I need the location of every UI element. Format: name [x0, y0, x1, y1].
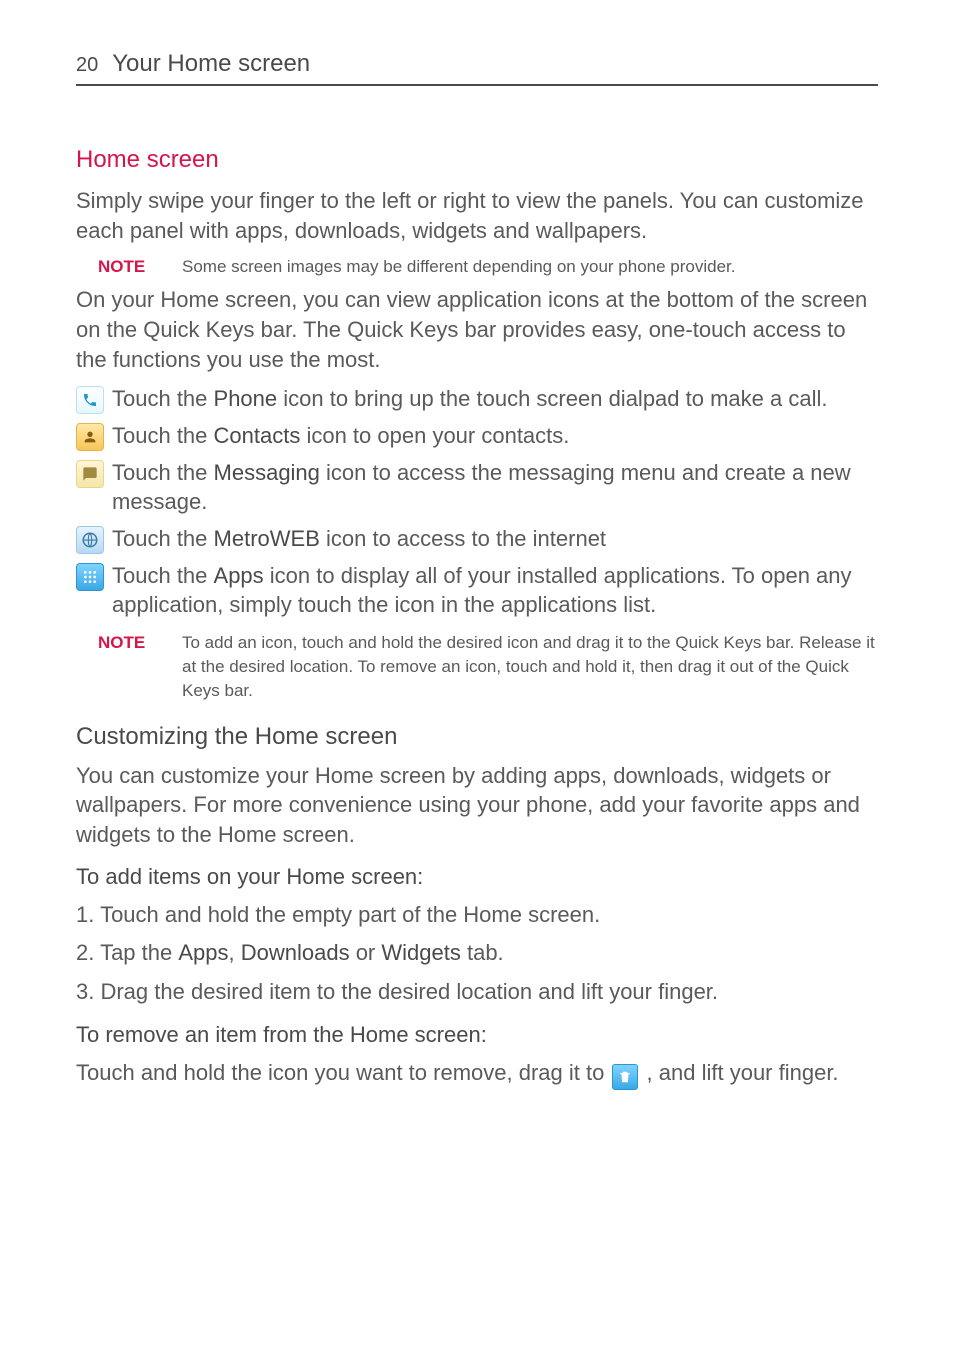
text-fragment: Touch the	[112, 460, 214, 485]
bold-messaging: Messaging	[214, 460, 320, 485]
subheading-customizing: Customizing the Home screen	[76, 723, 878, 751]
quickkey-messaging-row: Touch the Messaging icon to access the m…	[76, 458, 878, 517]
intro-paragraph: Simply swipe your finger to the left or …	[76, 186, 878, 245]
note-provider: NOTE Some screen images may be different…	[76, 255, 878, 279]
apps-description: Touch the Apps icon to display all of yo…	[112, 561, 878, 620]
text-fragment: Touch the	[112, 423, 214, 448]
quickkey-apps-row: Touch the Apps icon to display all of yo…	[76, 561, 878, 620]
bold-downloads-tab: Downloads	[241, 940, 350, 965]
note-add-remove-icon: NOTE To add an icon, touch and hold the …	[76, 631, 878, 702]
bold-apps-tab: Apps	[178, 940, 228, 965]
running-header: 20 Your Home screen	[76, 50, 878, 86]
metroweb-description: Touch the MetroWEB icon to access to the…	[112, 524, 878, 553]
step-1: 1. Touch and hold the empty part of the …	[76, 900, 878, 931]
apps-grid-icon	[76, 563, 104, 591]
text-fragment: Touch the	[112, 526, 214, 551]
step-3: 3. Drag the desired item to the desired …	[76, 977, 878, 1008]
text-fragment: icon to open your contacts.	[300, 423, 569, 448]
text-fragment: tab.	[461, 940, 504, 965]
trash-icon	[612, 1064, 638, 1090]
note-body: To add an icon, touch and hold the desir…	[182, 631, 878, 702]
quickkey-metroweb-row: Touch the MetroWEB icon to access to the…	[76, 524, 878, 554]
page-number: 20	[76, 54, 98, 77]
text-fragment: icon to access to the internet	[320, 526, 606, 551]
note-label: NOTE	[76, 255, 182, 279]
note-body: Some screen images may be different depe…	[182, 255, 878, 279]
bold-phone: Phone	[214, 386, 278, 411]
messaging-icon	[76, 460, 104, 488]
customize-intro: You can customize your Home screen by ad…	[76, 761, 878, 850]
quickkey-phone-row: Touch the Phone icon to bring up the tou…	[76, 384, 878, 414]
phone-description: Touch the Phone icon to bring up the tou…	[112, 384, 878, 413]
contacts-icon	[76, 423, 104, 451]
task-heading-add-items: To add items on your Home screen:	[76, 864, 878, 890]
quickkeys-paragraph: On your Home screen, you can view applic…	[76, 285, 878, 374]
text-fragment: ,	[229, 940, 241, 965]
page-header-title: Your Home screen	[112, 50, 310, 78]
section-heading-home-screen: Home screen	[76, 146, 878, 174]
text-fragment: Touch the	[112, 386, 214, 411]
text-fragment: or	[350, 940, 382, 965]
text-fragment: Touch and hold the icon you want to remo…	[76, 1060, 610, 1085]
manual-page: 20 Your Home screen Home screen Simply s…	[0, 0, 954, 1140]
bold-apps: Apps	[214, 563, 264, 588]
bold-widgets-tab: Widgets	[381, 940, 460, 965]
remove-instruction: Touch and hold the icon you want to remo…	[76, 1058, 878, 1090]
task-heading-remove-item: To remove an item from the Home screen:	[76, 1022, 878, 1048]
text-fragment: icon to bring up the touch screen dialpa…	[277, 386, 827, 411]
messaging-description: Touch the Messaging icon to access the m…	[112, 458, 878, 517]
globe-icon	[76, 526, 104, 554]
note-label: NOTE	[76, 631, 182, 702]
text-fragment: , and lift your finger.	[640, 1060, 838, 1085]
quickkey-contacts-row: Touch the Contacts icon to open your con…	[76, 421, 878, 451]
bold-metroweb: MetroWEB	[214, 526, 320, 551]
contacts-description: Touch the Contacts icon to open your con…	[112, 421, 878, 450]
bold-contacts: Contacts	[214, 423, 301, 448]
text-fragment: Touch the	[112, 563, 214, 588]
text-fragment: 2. Tap the	[76, 940, 178, 965]
phone-icon	[76, 386, 104, 414]
step-2: 2. Tap the Apps, Downloads or Widgets ta…	[76, 938, 878, 969]
